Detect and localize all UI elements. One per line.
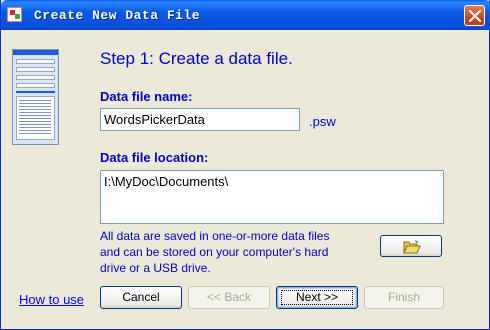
title-bar[interactable]: Create New Data File: [1, 0, 490, 30]
file-extension: .psw: [309, 114, 336, 129]
browse-folder-button[interactable]: [380, 235, 442, 257]
info-line: All data are saved in one-or-more data f…: [100, 229, 330, 243]
info-line: drive or a USB drive.: [100, 261, 211, 275]
next-button[interactable]: Next >>: [276, 286, 358, 309]
info-line: and can be stored on your computer's har…: [100, 245, 329, 259]
window-title: Create New Data File: [34, 8, 201, 23]
file-location-input[interactable]: I:\MyDoc\Documents\: [100, 170, 444, 224]
finish-button[interactable]: Finish: [364, 286, 444, 309]
dialog-window: Create New Data File Step 1: Create a da…: [0, 0, 490, 330]
folder-open-icon: [403, 240, 421, 254]
file-name-label: Data file name:: [100, 89, 193, 104]
step-heading: Step 1: Create a data file.: [100, 49, 293, 68]
app-preview-thumbnail: [12, 49, 59, 145]
how-to-use-link[interactable]: How to use: [19, 292, 84, 307]
info-text: All data are saved in one-or-more data f…: [100, 228, 380, 276]
file-location-label: Data file location:: [100, 150, 209, 165]
back-button[interactable]: << Back: [188, 286, 270, 309]
close-button[interactable]: [464, 5, 485, 26]
close-icon: [469, 10, 481, 22]
cancel-button[interactable]: Cancel: [100, 286, 182, 309]
app-icon: [7, 7, 22, 22]
focus-ring: [281, 290, 353, 305]
file-name-input[interactable]: WordsPickerData: [100, 108, 300, 131]
